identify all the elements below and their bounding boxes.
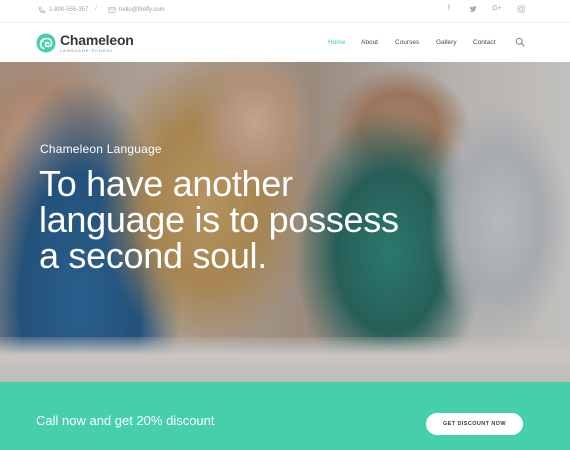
- instagram-glyph: [517, 5, 525, 13]
- twitter-bird-glyph: [469, 6, 477, 12]
- google-plus-icon[interactable]: G+: [492, 5, 502, 15]
- nav-item-about[interactable]: About: [361, 39, 378, 46]
- email-contact[interactable]: hello@firefly.com: [108, 6, 165, 14]
- nav-item-home[interactable]: Home: [328, 39, 345, 46]
- nav-item-courses[interactable]: Courses: [395, 39, 419, 46]
- instagram-icon[interactable]: [516, 5, 526, 15]
- phone-contact[interactable]: 1-800-555-357: [38, 6, 88, 14]
- brand-logo[interactable]: Chameleon LANGUAGE SCHOOL: [36, 33, 134, 53]
- discount-cta-bar: Call now and get 20% discount GET DISCOU…: [0, 382, 570, 450]
- search-icon[interactable]: [515, 37, 525, 47]
- hero-headline-line: a second soul.: [39, 235, 267, 276]
- get-discount-button[interactable]: GET DISCOUNT NOW: [426, 413, 523, 435]
- twitter-icon[interactable]: [468, 5, 478, 15]
- brand-text: Chameleon LANGUAGE SCHOOL: [60, 33, 134, 53]
- facebook-icon[interactable]: f: [444, 5, 454, 15]
- nav-item-gallery[interactable]: Gallery: [436, 39, 457, 46]
- brand-name: Chameleon: [60, 32, 134, 48]
- mail-icon: [108, 7, 116, 13]
- social-links: f G+: [444, 5, 526, 15]
- brand-tagline: LANGUAGE SCHOOL: [60, 48, 114, 53]
- phone-number: 1-800-555-357: [49, 7, 89, 13]
- top-info-bar: 1-800-555-357 / hello@firefly.com f G+: [0, 0, 570, 22]
- hero-headline-line: language is to possess: [39, 199, 399, 240]
- email-address: hello@firefly.com: [119, 7, 165, 13]
- chameleon-logo-icon: [36, 33, 56, 53]
- contact-separator: /: [95, 5, 97, 12]
- cta-text: Call now and get 20% discount: [36, 413, 215, 428]
- hero-eyebrow: Chameleon Language: [40, 142, 162, 156]
- hero-headline: To have another language is to possess a…: [39, 166, 459, 274]
- hero-banner: Chameleon Language To have another langu…: [0, 62, 570, 382]
- phone-icon: [38, 6, 46, 14]
- main-navbar: Chameleon LANGUAGE SCHOOL Home About Cou…: [0, 22, 570, 62]
- nav-item-contact[interactable]: Contact: [473, 39, 495, 46]
- hero-headline-line: To have another: [39, 163, 293, 204]
